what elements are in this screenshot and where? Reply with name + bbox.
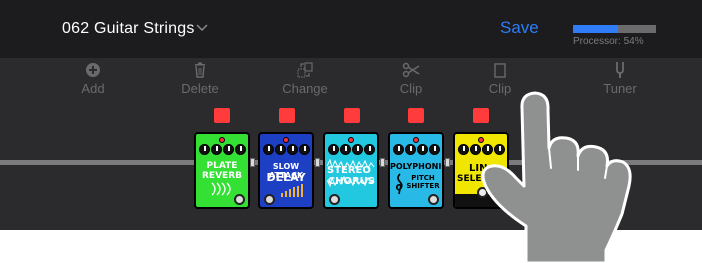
pedal-knobs	[458, 144, 506, 156]
pedal-name-line1: PLATE	[206, 161, 238, 171]
pedal-1-bypass-toggle[interactable]	[214, 108, 230, 123]
pedal-connector	[315, 158, 320, 167]
pedal-led	[413, 137, 419, 143]
pedal-led	[478, 137, 484, 143]
scissors-icon	[402, 62, 420, 78]
pedal-connector	[250, 158, 255, 167]
processor-meter	[573, 25, 656, 33]
tuner-button[interactable]: Tuner	[585, 61, 655, 96]
tuner-label: Tuner	[603, 81, 637, 96]
delete-button[interactable]: Delete	[165, 61, 235, 96]
pedal-name-line2: CHORUS	[327, 176, 375, 187]
footswitch	[264, 194, 275, 205]
delete-label: Delete	[181, 81, 219, 96]
pedal-polyphonic-pitch-shifter[interactable]: POLYPHONIC PITCH SHIFTER	[388, 132, 444, 209]
add-button[interactable]: Add	[58, 61, 128, 96]
footswitch	[329, 194, 340, 205]
pedal-slow-attack-delay[interactable]: SLOW ATTACK DELAY	[258, 132, 314, 209]
reverb-graphic	[211, 182, 231, 196]
change-button[interactable]: Change	[270, 61, 340, 96]
pedal-stereo-chorus[interactable]: STEREO CHORUS	[323, 132, 379, 209]
save-button[interactable]: Save	[500, 18, 539, 38]
processor-label: Processor: 54%	[573, 36, 644, 47]
pedal-name-line2: DELAY	[266, 171, 306, 184]
change-label: Change	[282, 81, 328, 96]
pedal-knobs	[328, 144, 376, 156]
pedal-4-bypass-toggle[interactable]	[408, 108, 424, 123]
treble-clef-icon	[395, 173, 403, 195]
pedal-name-line2: REVERB	[202, 171, 242, 181]
pedal-plate-reverb[interactable]: PLATE REVERB	[194, 132, 250, 209]
pedal-knobs	[393, 144, 441, 156]
delay-bars-graphic	[281, 184, 303, 197]
footswitch	[477, 187, 488, 198]
pedal-2-bypass-toggle[interactable]	[279, 108, 295, 123]
footswitch	[234, 194, 245, 205]
preset-name[interactable]: 062 Guitar Strings	[62, 20, 195, 38]
pedal-knobs	[199, 144, 247, 156]
add-label: Add	[81, 81, 105, 96]
chevron-down-icon[interactable]	[196, 24, 208, 32]
pedal-led	[348, 137, 354, 143]
pedal-name-line1: STEREO	[327, 165, 371, 176]
header-bar: 062 Guitar Strings Save Processor: 54%	[0, 0, 702, 58]
clip2-label: Clip	[488, 81, 512, 96]
clip-button[interactable]: Clip	[376, 61, 446, 96]
plus-circle-icon	[86, 63, 100, 77]
clipboard-icon	[494, 63, 506, 78]
tuning-fork-icon	[616, 62, 624, 78]
pedal-led	[283, 137, 289, 143]
pedal-line-selector[interactable]: LIN SELEC	[453, 132, 509, 209]
app-window: 062 Guitar Strings Save Processor: 54% A…	[0, 0, 702, 263]
trash-icon	[195, 62, 205, 78]
pedal-name-line1: LIN	[469, 163, 488, 174]
clip-label: Clip	[399, 81, 423, 96]
pedal-connector	[380, 158, 385, 167]
swap-icon	[297, 62, 313, 78]
pedal-led	[219, 137, 225, 143]
pedal-name-line2: SELEC	[457, 174, 489, 184]
pedal-3-bypass-toggle[interactable]	[344, 108, 360, 123]
pedal-5-bypass-toggle[interactable]	[473, 108, 489, 123]
footswitch	[428, 194, 439, 205]
pedal-name-line1: POLYPHONIC	[390, 162, 444, 171]
clip-button-2[interactable]: Clip	[465, 61, 535, 96]
pedal-knobs	[263, 144, 311, 156]
pedal-connector	[445, 158, 450, 167]
processor-meter-fill	[573, 25, 618, 33]
